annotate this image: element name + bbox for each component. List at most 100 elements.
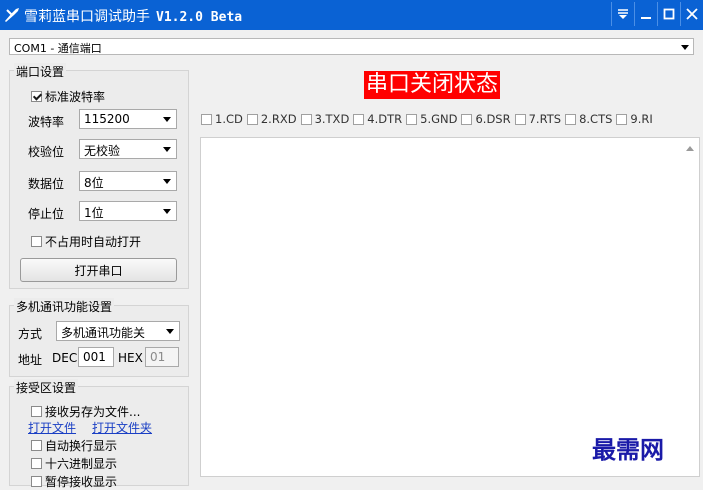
stopbits-value: 1位 (84, 206, 104, 220)
port-settings-title: 端口设置 (14, 63, 67, 80)
std-baud-checkbox-box (31, 91, 42, 102)
baud-select[interactable]: 115200 (79, 109, 177, 129)
signal-dsr-checkbox[interactable]: 6.DSR (461, 112, 511, 126)
stopbits-label: 停止位 (28, 207, 65, 221)
auto-wrap-label: 自动换行显示 (45, 439, 118, 453)
baud-label: 波特率 (28, 115, 65, 129)
hex-display-checkbox[interactable]: 十六进制显示 (31, 455, 117, 472)
signal-dsr-box (461, 113, 473, 125)
signal-cd-box (201, 113, 212, 125)
pause-display-label: 暂停接收显示 (45, 475, 118, 489)
signal-dsr-label: 6.DSR (475, 112, 511, 126)
minimize-button[interactable] (634, 2, 657, 26)
auto-open-label: 不占用时自动打开 (45, 235, 142, 249)
signal-lines: 1.CD 2.RXD 3.TXD 4.DTR 5.GND 6.DSR 7.RTS… (201, 112, 653, 126)
maximize-icon (663, 8, 675, 20)
addr-label: 地址 (18, 353, 43, 367)
signal-rts-box (514, 113, 526, 125)
signal-cts-box (565, 113, 577, 125)
parity-value: 无校验 (84, 144, 121, 158)
std-baud-checkbox[interactable]: 标准波特率 (31, 88, 105, 105)
signal-txd-label: 3.TXD (314, 112, 350, 126)
stopbits-select[interactable]: 1位 (79, 201, 177, 221)
signal-gnd-checkbox[interactable]: 5.GND (406, 112, 457, 126)
open-port-button-label: 打开串口 (74, 263, 123, 278)
signal-txd-checkbox[interactable]: 3.TXD (300, 112, 350, 126)
open-port-button[interactable]: 打开串口 (20, 258, 177, 282)
menu-dropdown-icon (618, 9, 628, 19)
chevron-down-icon (166, 329, 174, 334)
signal-ri-label: 9.RI (630, 112, 653, 126)
hex-address-input: 01 (145, 347, 179, 367)
parity-label: 校验位 (28, 145, 65, 159)
recv-settings-title: 接受区设置 (14, 379, 79, 396)
port-settings-group: 端口设置 标准波特率 波特率 115200 校验位 无校验 数据位 8位 停止位… (9, 63, 189, 289)
auto-open-checkbox-box (31, 236, 42, 247)
hex-display-label: 十六进制显示 (45, 457, 118, 471)
baud-value: 115200 (84, 112, 130, 126)
close-icon (686, 8, 698, 20)
chevron-down-icon (163, 147, 171, 152)
minimize-icon (641, 17, 651, 19)
signal-rxd-checkbox[interactable]: 2.RXD (246, 112, 297, 126)
hex-display-checkbox-box (31, 458, 42, 469)
port-status-badge: 串口关闭状态 (364, 71, 501, 99)
databits-label: 数据位 (28, 177, 65, 191)
hex-label: HEX (118, 351, 143, 365)
chevron-down-icon (681, 45, 689, 50)
mode-label: 方式 (18, 327, 43, 341)
pause-display-checkbox-box (31, 476, 42, 487)
port-select[interactable]: COM1 - 通信端口 (9, 38, 694, 55)
open-folder-link[interactable]: 打开文件夹 (92, 419, 152, 436)
databits-select[interactable]: 8位 (79, 171, 177, 191)
dec-address-input[interactable]: 001 (78, 347, 114, 367)
signal-dtr-checkbox[interactable]: 4.DTR (353, 112, 402, 126)
multi-comm-group: 多机通讯功能设置 方式 多机通讯功能关 地址 DEC 001 HEX 01 (9, 298, 189, 377)
save-to-file-checkbox-box (31, 406, 42, 417)
port-select-value: COM1 - 通信端口 (14, 42, 102, 55)
app-version: V1.2.0 Beta (156, 10, 243, 25)
signal-dtr-box (353, 113, 365, 125)
window-controls (611, 2, 703, 28)
maximize-button[interactable] (657, 2, 680, 26)
mode-select[interactable]: 多机通讯功能关 (56, 321, 180, 341)
watermark-text: 最需网 (592, 435, 664, 464)
chevron-down-icon (163, 179, 171, 184)
parity-select[interactable]: 无校验 (79, 139, 177, 159)
signal-cd-label: 1.CD (215, 112, 243, 126)
signal-rts-checkbox[interactable]: 7.RTS (514, 112, 562, 126)
window-title: 雪莉蓝串口调试助手 V1.2.0 Beta (24, 6, 242, 26)
menu-dropdown-button[interactable] (611, 2, 634, 26)
signal-gnd-box (406, 113, 418, 125)
app-logo-icon (4, 7, 20, 23)
signal-cd-checkbox[interactable]: 1.CD (201, 112, 243, 126)
app-name: 雪莉蓝串口调试助手 (24, 9, 150, 25)
hex-address-value: 01 (150, 350, 166, 364)
signal-cts-checkbox[interactable]: 8.CTS (565, 112, 612, 126)
receive-area[interactable] (200, 137, 700, 477)
signal-rxd-box (246, 113, 258, 125)
dec-label: DEC (52, 351, 78, 365)
std-baud-label: 标准波特率 (45, 90, 106, 104)
recv-settings-group: 接受区设置 接收另存为文件... 打开文件 打开文件夹 自动换行显示 十六进制显… (9, 379, 189, 489)
save-to-file-checkbox[interactable]: 接收另存为文件... (31, 403, 140, 420)
chevron-down-icon (163, 209, 171, 214)
signal-ri-box (616, 113, 628, 125)
multi-comm-title: 多机通讯功能设置 (14, 298, 115, 315)
signal-gnd-label: 5.GND (420, 112, 458, 126)
title-bar: 雪莉蓝串口调试助手 V1.2.0 Beta (0, 0, 703, 30)
scroll-up-icon[interactable] (686, 146, 694, 151)
auto-open-checkbox[interactable]: 不占用时自动打开 (31, 233, 141, 250)
auto-wrap-checkbox-box (31, 440, 42, 451)
close-button[interactable] (680, 2, 703, 26)
pause-display-checkbox[interactable]: 暂停接收显示 (31, 473, 117, 490)
auto-wrap-checkbox[interactable]: 自动换行显示 (31, 437, 117, 454)
signal-rts-label: 7.RTS (528, 112, 562, 126)
signal-cts-label: 8.CTS (579, 112, 613, 126)
signal-ri-checkbox[interactable]: 9.RI (616, 112, 653, 126)
signal-dtr-label: 4.DTR (367, 112, 403, 126)
save-to-file-label: 接收另存为文件... (45, 405, 141, 419)
open-file-link[interactable]: 打开文件 (28, 419, 76, 436)
signal-txd-box (300, 113, 312, 125)
chevron-down-icon (163, 117, 171, 122)
